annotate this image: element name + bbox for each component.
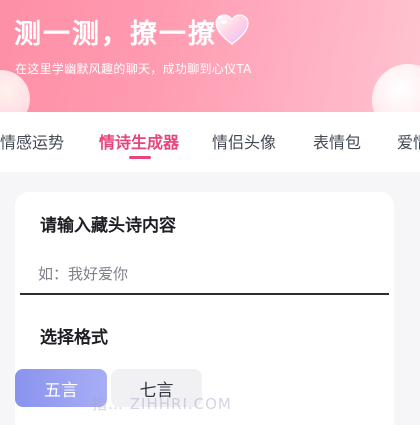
tab-love[interactable]: 爱情 — [397, 129, 420, 153]
tab-bar: 情感运势 情诗生成器 情侣头像 表情包 爱情 — [0, 112, 420, 172]
tab-stickers[interactable]: 表情包 — [313, 129, 361, 153]
heart-icon — [215, 14, 249, 45]
tab-couple-avatar[interactable]: 情侣头像 — [212, 129, 276, 153]
tab-emotion-fortune[interactable]: 情感运势 — [0, 129, 64, 153]
active-tab-indicator — [129, 156, 151, 159]
format-label: 选择格式 — [40, 328, 108, 348]
header-subtitle: 在这里学幽默风趣的聊天，成功聊到心仪TA — [15, 62, 252, 76]
page-title: 测一测，撩一撩 — [14, 19, 217, 50]
header-banner: 测一测，撩一撩 在这里学幽默风趣的聊天，成功聊到心仪TA — [0, 0, 420, 112]
tab-poem-generator[interactable]: 情诗生成器 — [99, 129, 179, 153]
poem-content-input[interactable] — [20, 255, 389, 295]
watermark: 指… ZIHHRI.COM — [92, 395, 232, 413]
decorative-bubble — [372, 64, 420, 112]
poem-content-label: 请输入藏头诗内容 — [40, 216, 176, 236]
